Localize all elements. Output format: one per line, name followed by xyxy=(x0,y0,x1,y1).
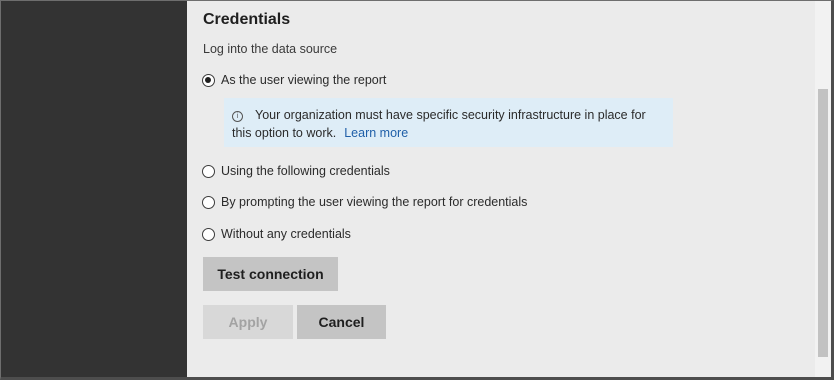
vertical-scrollbar[interactable] xyxy=(815,1,831,377)
radio-button[interactable] xyxy=(202,195,215,209)
left-nav-panel xyxy=(1,1,187,377)
radio-label: By prompting the user viewing the report… xyxy=(221,195,528,209)
radio-label: Using the following credentials xyxy=(221,164,390,178)
scrollbar-thumb[interactable] xyxy=(818,89,828,357)
radio-button[interactable] xyxy=(202,227,215,241)
radio-option-user-viewing[interactable]: As the user viewing the report xyxy=(202,73,386,87)
cancel-button[interactable]: Cancel xyxy=(297,305,386,339)
radio-button[interactable] xyxy=(202,164,215,178)
info-text-line2: this option to work. xyxy=(232,126,337,140)
credentials-subtitle: Log into the data source xyxy=(203,42,338,56)
info-message: i Your organization must have specific se… xyxy=(224,98,673,147)
apply-button[interactable]: Apply xyxy=(203,305,293,339)
info-icon: i xyxy=(232,111,243,122)
credentials-panel: Credentials Log into the data source As … xyxy=(187,1,813,377)
credentials-heading: Credentials xyxy=(203,11,291,28)
test-connection-button[interactable]: Test connection xyxy=(203,257,338,291)
dialog-frame: Credentials Log into the data source As … xyxy=(0,0,834,380)
radio-option-following-credentials[interactable]: Using the following credentials xyxy=(202,164,390,178)
radio-button-selected[interactable] xyxy=(202,73,215,87)
radio-option-without-credentials[interactable]: Without any credentials xyxy=(202,227,351,241)
radio-label: As the user viewing the report xyxy=(221,73,387,87)
learn-more-link[interactable]: Learn more xyxy=(344,126,408,140)
radio-label: Without any credentials xyxy=(221,227,351,241)
radio-option-prompting-user[interactable]: By prompting the user viewing the report… xyxy=(202,195,527,209)
info-text-line1: Your organization must have specific sec… xyxy=(255,108,646,122)
